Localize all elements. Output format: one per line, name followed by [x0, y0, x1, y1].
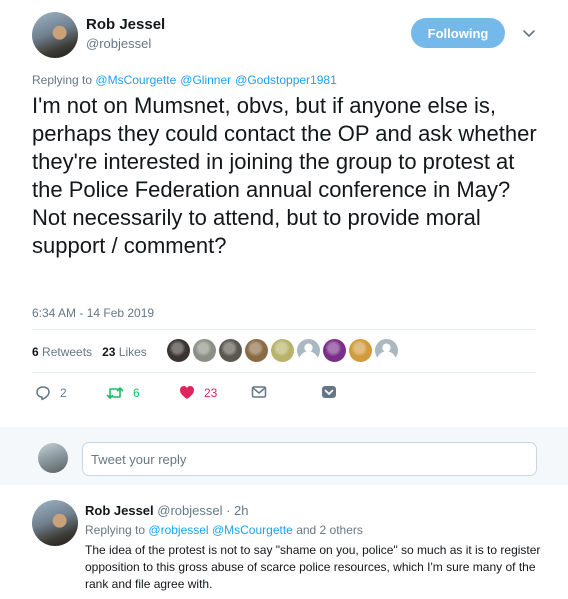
liker-avatar[interactable] [271, 339, 294, 362]
reply-author-line: Rob Jessel @robjessel · 2h [85, 503, 249, 518]
author-avatar[interactable] [32, 12, 78, 58]
direct-message-action[interactable] [251, 385, 267, 399]
reply-replying-to-line: Replying to @robjessel @MsCourgette and … [85, 523, 363, 537]
mention-link[interactable]: @robjessel [148, 523, 208, 537]
mention-link[interactable]: @MsCourgette [95, 73, 176, 87]
replying-to-label: Replying to [85, 523, 146, 537]
likes-stat[interactable]: 23 Likes [102, 345, 147, 359]
current-user-avatar [38, 443, 68, 473]
retweet-count: 6 [133, 386, 140, 400]
divider [32, 329, 536, 330]
liker-avatars [167, 339, 398, 362]
reply-icon [36, 386, 50, 401]
reply-count: 2 [60, 386, 67, 400]
likes-label: Likes [118, 345, 147, 359]
following-button[interactable]: Following [411, 18, 505, 48]
chevron-down-icon[interactable] [521, 25, 537, 41]
liker-avatar[interactable] [323, 339, 346, 362]
retweets-label: Retweets [42, 345, 93, 359]
replying-to-line: Replying to @MsCourgette @Glinner @Godstop… [32, 73, 337, 87]
liker-avatar[interactable] [167, 339, 190, 362]
envelope-icon [251, 386, 267, 398]
tweet-text: I'm not on Mumsnet, obvs, but if anyone … [32, 93, 537, 258]
mention-link[interactable]: @Glinner [180, 73, 231, 87]
mention-link[interactable]: @MsCourgette [212, 523, 293, 537]
reply-display-name[interactable]: Rob Jessel [85, 503, 154, 518]
liker-avatar[interactable] [245, 339, 268, 362]
default-egg-avatar[interactable] [297, 339, 320, 362]
replying-to-others[interactable]: and 2 others [296, 523, 363, 537]
liker-avatar[interactable] [193, 339, 216, 362]
liker-avatar[interactable] [219, 339, 242, 362]
divider [32, 372, 536, 373]
main-tweet: Rob Jessel @robjessel Following Replying… [0, 0, 568, 427]
author-handle[interactable]: @robjessel [86, 36, 151, 51]
default-egg-avatar[interactable] [375, 339, 398, 362]
tweet-timestamp[interactable]: 6:34 AM - 14 Feb 2019 [32, 306, 154, 320]
save-dropdown-icon [322, 386, 336, 398]
like-action[interactable]: 23 [179, 385, 217, 400]
reply-action[interactable]: 2 [35, 385, 67, 401]
reply-handle-time[interactable]: @robjessel · 2h [157, 503, 248, 518]
tweet-reply-input[interactable]: Tweet your reply [82, 442, 537, 476]
liker-avatar[interactable] [349, 339, 372, 362]
engagement-stats: 6 Retweets 23 Likes [32, 345, 147, 359]
author-display-name[interactable]: Rob Jessel [86, 16, 165, 33]
reply-text: The idea of the protest is not to say "s… [85, 543, 541, 591]
retweet-action[interactable]: 6 [106, 385, 140, 401]
retweets-count: 6 [32, 345, 39, 359]
replying-to-label: Replying to [32, 73, 93, 87]
likes-count: 23 [102, 345, 116, 359]
reply-author-avatar[interactable] [32, 500, 78, 546]
save-tweet-action[interactable] [321, 385, 337, 399]
tweet-actions: 2 6 23 [32, 385, 352, 405]
like-count: 23 [204, 385, 218, 400]
heart-icon [180, 386, 194, 399]
mention-link[interactable]: @Godstopper1981 [235, 73, 337, 87]
retweets-stat[interactable]: 6 Retweets [32, 345, 92, 359]
retweet-icon [106, 387, 124, 399]
